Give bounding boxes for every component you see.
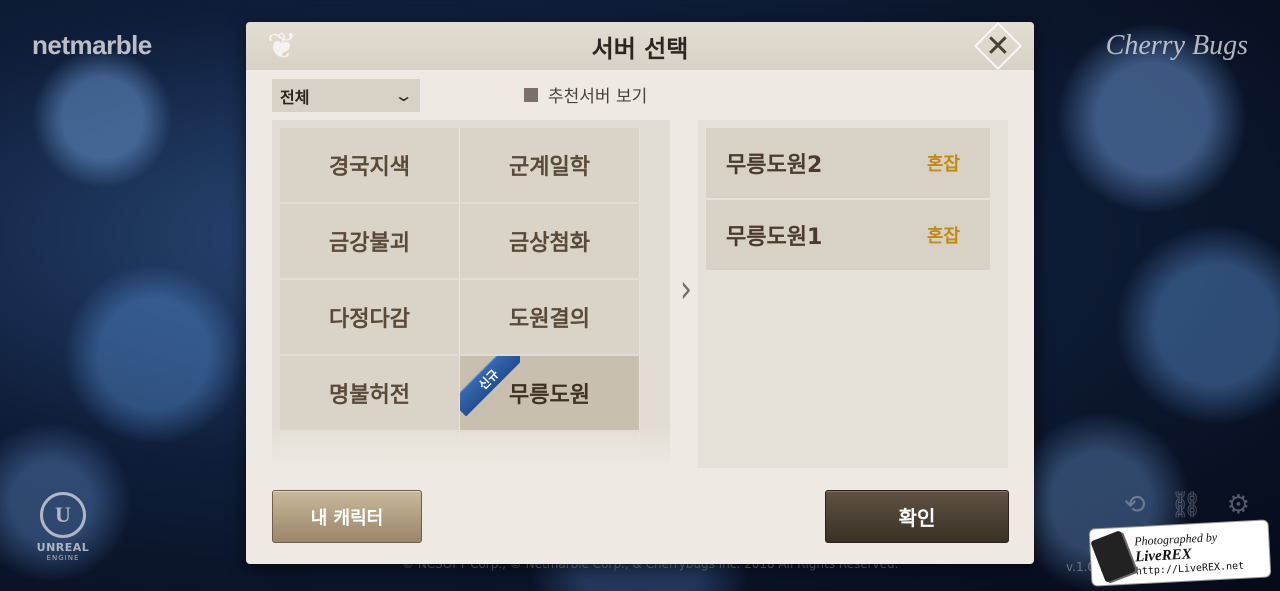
my-character-button[interactable]: 내 캐릭터: [272, 490, 422, 543]
chevron-down-icon: ⌄: [393, 86, 414, 105]
channel-name: 무릉도원2: [726, 153, 823, 178]
server-item[interactable]: 경국지색: [280, 128, 460, 202]
scroll-fade: [272, 428, 670, 468]
gear-icon[interactable]: ⚙: [1227, 490, 1250, 520]
dialog-title: 서버 선택: [591, 34, 689, 63]
server-list-panel[interactable]: 경국지색 군계일학 금강불괴 금상첨화 다정다감 도원결의 명불허전 신규 무릉…: [272, 120, 670, 468]
channel-name: 무릉도원1: [726, 225, 823, 250]
dialog-header: ❦ 서버 선택 ✕: [246, 22, 1034, 71]
channel-list-panel[interactable]: 무릉도원2 혼잡 무릉도원1 혼잡: [698, 120, 1008, 468]
server-item[interactable]: 군계일학: [460, 128, 640, 202]
close-button[interactable]: ✕: [970, 22, 1026, 71]
close-icon: ✕: [985, 28, 1011, 64]
ornament-icon: ❦: [266, 26, 298, 67]
checkbox[interactable]: [524, 87, 538, 102]
server-grid: 경국지색 군계일학 금강불괴 금상첨화 다정다감 도원결의 명불허전 신규 무릉…: [280, 128, 640, 468]
filter-selected-value: 전체: [280, 87, 310, 107]
link-icon[interactable]: ⛓: [1170, 490, 1203, 520]
refresh-icon[interactable]: ⟲: [1124, 490, 1146, 520]
channel-status: 혼잡: [926, 154, 960, 175]
unreal-engine-logo: U UNREAL ENGINE: [30, 492, 96, 562]
chevron-right-icon: ›: [680, 266, 692, 313]
netmarble-logo: netmarble: [32, 30, 152, 60]
recommended-label: 추천서버 보기: [548, 87, 648, 107]
confirm-button[interactable]: 확인: [825, 490, 1009, 543]
recommended-servers-toggle[interactable]: 추천서버 보기: [524, 82, 647, 107]
cherrybugs-logo: Cherry Bugs: [1105, 30, 1248, 61]
server-item[interactable]: 도원결의: [460, 280, 640, 354]
channel-item[interactable]: 무릉도원1 혼잡: [706, 200, 990, 270]
photographer-watermark: Photographed by LiveREX http://LiveREX.n…: [1088, 519, 1272, 587]
channel-item[interactable]: 무릉도원2 혼잡: [706, 128, 990, 198]
corner-icons: ⟲ ⛓ ⚙: [1124, 490, 1250, 520]
server-item-selected[interactable]: 신규 무릉도원: [460, 356, 640, 430]
book-icon: [1090, 530, 1136, 583]
server-item[interactable]: 명불허전: [280, 356, 460, 430]
channel-status: 혼잡: [926, 226, 960, 247]
unreal-icon: U: [40, 492, 86, 538]
server-item[interactable]: 다정다감: [280, 280, 460, 354]
new-badge: 신규: [460, 356, 520, 416]
server-filter-dropdown[interactable]: 전체 ⌄: [272, 79, 420, 112]
server-item[interactable]: 금상첨화: [460, 204, 640, 278]
server-select-dialog: ❦ 서버 선택 ✕ 전체 ⌄ 추천서버 보기 경국지색 군계일학 금강불괴 금상…: [246, 22, 1034, 564]
server-item[interactable]: 금강불괴: [280, 204, 460, 278]
